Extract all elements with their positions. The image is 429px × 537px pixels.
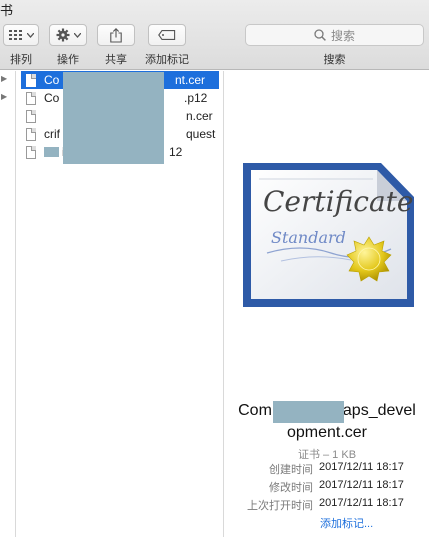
disclosure-arrow-icon: ▶ (1, 92, 8, 101)
file-name-tail: .p12 (184, 91, 208, 105)
chevron-down-icon (73, 32, 81, 38)
file-kind-size: 证书 – 1 KB (297, 449, 357, 461)
search-label: 搜索 (323, 54, 346, 66)
share-icon (110, 27, 122, 43)
share-label: 共享 (105, 54, 127, 66)
svg-text:Standard: Standard (271, 228, 346, 247)
created-label: 创建时间 (269, 464, 313, 476)
parent-column[interactable]: ▶ ▶ (0, 71, 16, 537)
action-label: 操作 (57, 54, 79, 66)
file-name: crif (44, 127, 60, 141)
search-field[interactable]: 搜索 (245, 24, 424, 46)
file-name-tail: n.cer (186, 109, 213, 123)
last-opened-label: 上次打开时间 (247, 500, 313, 512)
last-opened-value: 2017/12/11 18:17 (319, 497, 404, 509)
file-icon (26, 127, 36, 141)
created-value: 2017/12/11 18:17 (319, 461, 404, 473)
toolbar: 书 排列 操作 共享 添加标记 搜索 搜索 (0, 0, 429, 70)
redaction-block (273, 401, 344, 423)
window-title: 书 (0, 3, 14, 18)
search-placeholder: 搜索 (330, 28, 355, 43)
preview-filename-line2: opment.cer (286, 424, 368, 441)
chevron-down-icon (26, 32, 34, 38)
file-name: Co (44, 73, 60, 87)
arrange-button[interactable] (3, 24, 39, 46)
redaction (44, 147, 59, 157)
certificate-icon: Certificate Standard (241, 161, 416, 314)
gear-icon (56, 28, 69, 42)
add-tags-link[interactable]: 添加标记... (320, 515, 373, 531)
file-name-tail: nt.cer (175, 73, 206, 87)
file-icon (26, 145, 36, 159)
disclosure-arrow-icon: ▶ (1, 74, 8, 83)
tags-button[interactable] (148, 24, 186, 46)
modified-label: 修改时间 (269, 482, 313, 494)
tag-icon (158, 30, 176, 40)
search-icon (314, 29, 326, 41)
redaction-block (63, 72, 164, 164)
preview-pane: Certificate Standard Com aps_devel opment… (225, 71, 429, 537)
action-button[interactable] (49, 24, 87, 46)
file-name-tail: quest (186, 127, 216, 141)
file-name-tail: 12 (169, 145, 183, 159)
modified-value: 2017/12/11 18:17 (319, 479, 404, 491)
file-icon (26, 91, 36, 105)
share-button[interactable] (97, 24, 135, 46)
file-icon (26, 73, 36, 87)
arrange-label: 排列 (10, 54, 32, 66)
grid-icon (8, 30, 22, 40)
file-name: Co (44, 91, 60, 105)
svg-text:Certificate: Certificate (263, 185, 413, 218)
file-icon (26, 109, 36, 123)
tags-label: 添加标记 (145, 54, 189, 66)
